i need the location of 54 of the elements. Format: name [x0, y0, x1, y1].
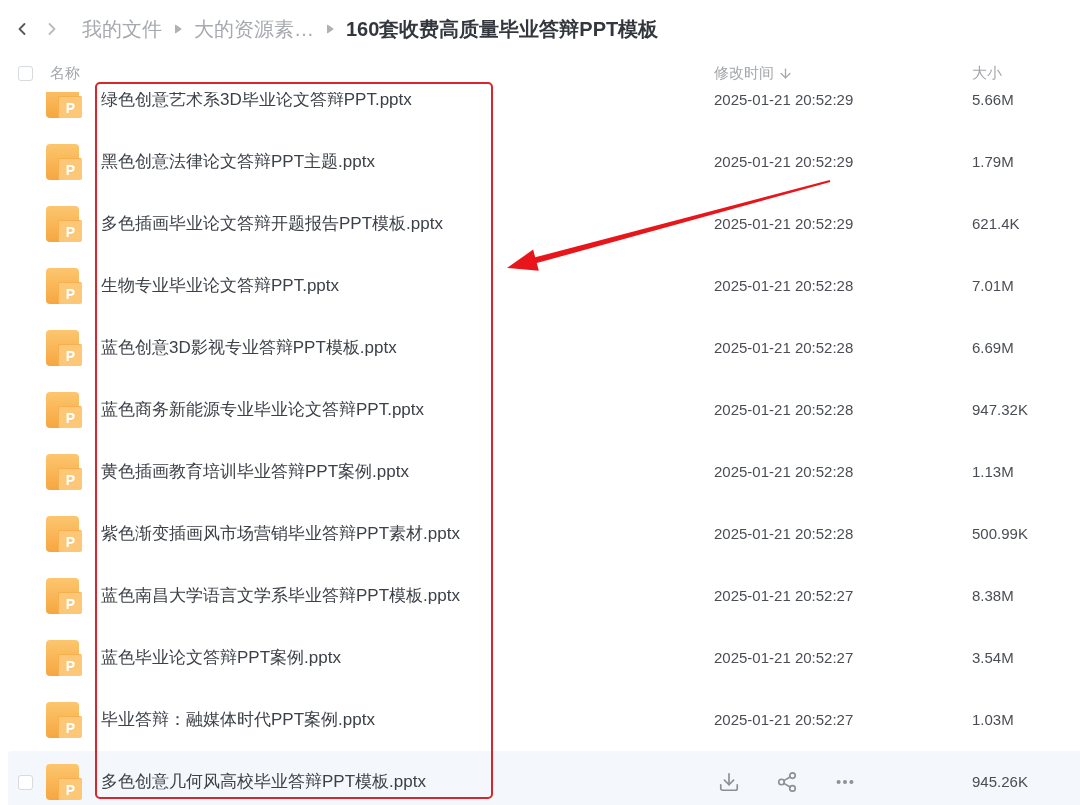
checkbox[interactable] [18, 65, 33, 81]
file-size: 945.26K [972, 773, 1028, 790]
modified-time: 2025-01-21 20:52:29 [714, 92, 854, 110]
file-size: 5.66M [972, 92, 1014, 108]
file-size: 1.13M [972, 463, 1014, 480]
modified-time: 2025-01-21 20:52:27 [714, 585, 854, 606]
modified-time: 2025-01-21 20:52:28 [714, 399, 854, 420]
modified-time: 2025-01-21 20:52:27 [714, 709, 854, 730]
file-name[interactable]: 黄色插画教育培训毕业答辩PPT案例.pptx [101, 462, 409, 482]
ppt-file-icon: P [46, 578, 82, 614]
file-name[interactable]: 紫色渐变插画风市场营销毕业答辩PPT素材.pptx [101, 524, 460, 544]
file-name[interactable]: 蓝色创意3D影视专业答辩PPT模板.pptx [101, 338, 397, 358]
file-size: 7.01M [972, 277, 1014, 294]
ppt-file-icon: P [46, 392, 82, 428]
share-icon[interactable] [776, 771, 798, 793]
file-name[interactable]: 多色创意几何风高校毕业答辩PPT模板.pptx [101, 772, 426, 792]
ppt-file-icon: P [46, 702, 82, 738]
file-size: 3.54M [972, 649, 1014, 666]
file-row-highlight[interactable]: P 多色创意几何风高校毕业答辩PPT模板.pptx 945.26K [8, 751, 1080, 805]
file-name[interactable]: 毕业答辩：融媒体时代PPT案例.pptx [101, 710, 375, 730]
ppt-file-icon: P [46, 640, 82, 676]
modified-time: 2025-01-21 20:52:28 [714, 523, 854, 544]
modified-time: 2025-01-21 20:52:29 [714, 151, 854, 172]
modified-time: 2025-01-21 20:52:28 [714, 275, 854, 296]
ppt-file-icon: P [46, 206, 82, 242]
modified-time: 2025-01-21 20:52:28 [714, 461, 854, 482]
ppt-file-icon: P [46, 92, 82, 118]
file-size: 621.4K [972, 215, 1020, 232]
file-size: 1.79M [972, 153, 1014, 170]
ppt-file-icon: P [46, 268, 82, 304]
ppt-file-icon: P [46, 330, 82, 366]
download-icon[interactable] [718, 771, 740, 793]
file-name[interactable]: 蓝色毕业论文答辩PPT案例.pptx [101, 648, 341, 668]
current-folder-title: 160套收费高质量毕业答辩PPT模板 [346, 17, 659, 42]
file-size: 947.32K [972, 401, 1028, 418]
file-size: 8.38M [972, 587, 1014, 604]
file-name[interactable]: 多色插画毕业论文答辩开题报告PPT模板.pptx [101, 214, 443, 234]
modified-time: 2025-01-21 20:52:27 [714, 647, 854, 668]
file-name[interactable]: 生物专业毕业论文答辩PPT.pptx [101, 276, 340, 296]
file-size: 6.69M [972, 339, 1014, 356]
file-name[interactable]: 蓝色南昌大学语言文学系毕业答辩PPT模板.pptx [101, 586, 460, 606]
separator-triangle-icon [326, 24, 334, 34]
file-name[interactable]: 蓝色商务新能源专业毕业论文答辩PPT.pptx [101, 400, 425, 420]
file-size: 500.99K [972, 525, 1028, 542]
ppt-file-icon: P [46, 516, 82, 552]
file-size: 1.03M [972, 711, 1014, 728]
ppt-file-icon: P [46, 454, 82, 490]
checkbox[interactable] [18, 774, 33, 790]
modified-time: 2025-01-21 20:52:29 [714, 213, 854, 234]
ppt-file-icon: P [46, 764, 82, 800]
separator-triangle-icon [174, 24, 182, 34]
modified-time: 2025-01-21 20:52:28 [714, 337, 854, 358]
file-name[interactable]: 黑色创意法律论文答辩PPT主题.pptx [101, 152, 375, 172]
ppt-file-icon: P [46, 144, 82, 180]
